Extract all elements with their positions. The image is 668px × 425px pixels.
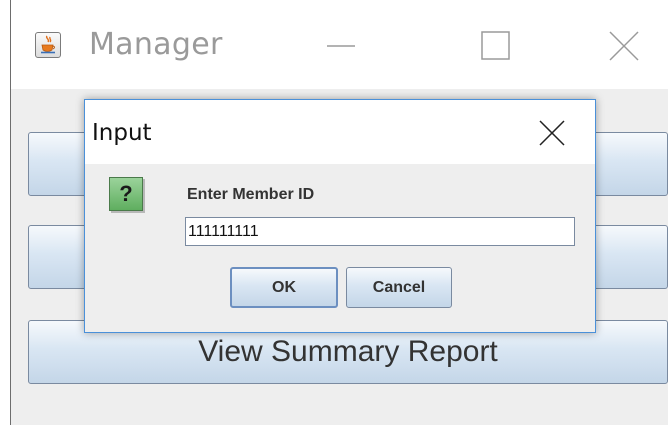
question-icon: ? [109,177,143,211]
close-icon [609,31,639,61]
screen: Manager View Summary Report Input ? Ente… [0,0,668,425]
maximize-button[interactable] [466,20,526,70]
close-button[interactable] [596,20,656,70]
maximize-icon [481,31,510,60]
main-titlebar[interactable]: Manager [11,0,668,89]
minimize-icon [327,45,355,47]
minimize-button[interactable] [311,20,371,70]
cancel-button[interactable]: Cancel [346,267,452,308]
ok-button[interactable]: OK [230,267,338,308]
window-title: Manager [89,27,223,62]
java-cup-icon [35,32,61,58]
dialog-titlebar[interactable]: Input [85,100,595,164]
prompt-label: Enter Member ID [187,186,315,203]
dialog-close-button[interactable] [537,118,567,148]
close-icon [539,120,565,146]
member-id-input[interactable] [185,217,575,246]
dialog-title: Input [92,120,152,146]
input-dialog: Input ? Enter Member ID OK Cancel [84,99,596,333]
